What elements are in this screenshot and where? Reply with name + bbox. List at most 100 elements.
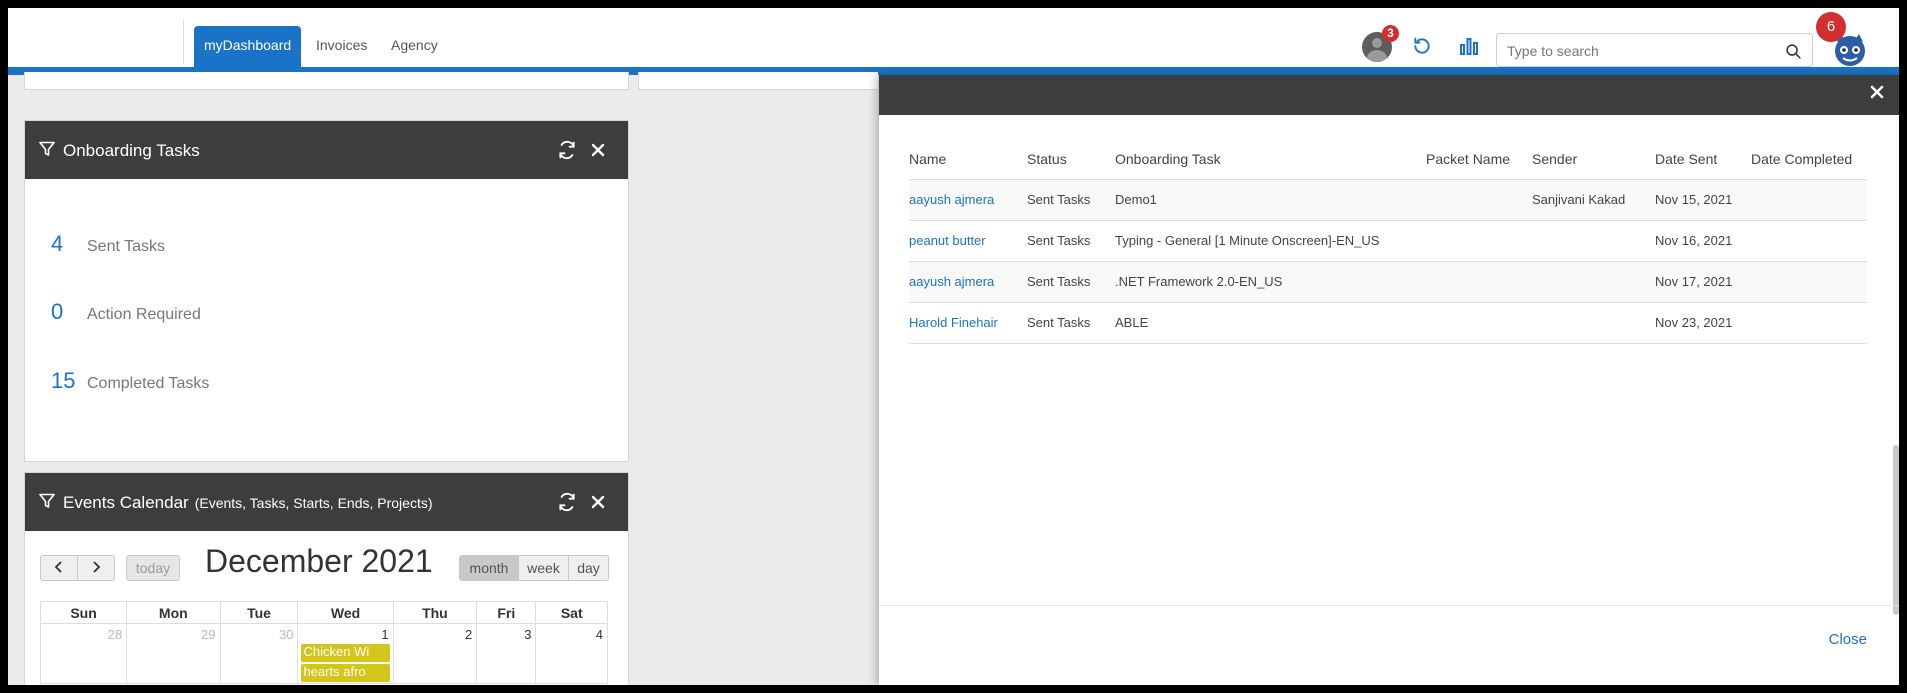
column-header[interactable]: Date Completed xyxy=(1751,139,1867,180)
weekday-header: Thu xyxy=(392,601,478,624)
widget-remnant-left xyxy=(24,72,629,90)
weekday-header: Tue xyxy=(219,601,299,624)
tab-agency[interactable]: Agency xyxy=(381,26,448,67)
row-date-completed xyxy=(1751,302,1867,344)
close-icon[interactable] xyxy=(1870,82,1884,105)
row-task: .NET Framework 2.0-EN_US xyxy=(1115,261,1426,303)
column-header[interactable]: Sender xyxy=(1532,139,1655,180)
calendar-day[interactable]: 30 xyxy=(219,623,299,684)
next-month-button[interactable] xyxy=(77,555,115,581)
row-status: Sent Tasks xyxy=(1027,302,1115,344)
calendar-day[interactable]: 28 xyxy=(39,623,128,684)
row-date-sent: Nov 16, 2021 xyxy=(1655,220,1751,262)
day-number: 4 xyxy=(595,627,603,642)
day-number: 29 xyxy=(201,627,216,642)
row-sender xyxy=(1532,302,1655,344)
filter-icon[interactable] xyxy=(39,493,55,514)
day-number: 28 xyxy=(107,627,123,642)
row-name-link[interactable]: aayush ajmera xyxy=(909,261,1027,303)
sent-tasks-panel: Name Status Onboarding Task Packet Name … xyxy=(879,75,1899,685)
table-header-row: Name Status Onboarding Task Packet Name … xyxy=(909,139,1867,180)
calendar-day[interactable]: 29 xyxy=(126,623,221,684)
calendar-day[interactable]: 3 xyxy=(476,623,537,684)
calendar-event[interactable]: Chicken Wi xyxy=(301,644,390,662)
table-row: aayush ajmera Sent Tasks .NET Framework … xyxy=(909,261,1867,303)
column-header[interactable]: Status xyxy=(1027,139,1115,180)
stat-label: Sent Tasks xyxy=(87,238,165,255)
view-month-button[interactable]: month xyxy=(459,555,519,581)
search-input[interactable] xyxy=(1507,40,1777,62)
prev-month-button[interactable] xyxy=(40,555,78,581)
weekday-header: Fri xyxy=(476,601,537,624)
onboarding-widget: Onboarding Tasks 4 Sent Tasks 0 Action Req… xyxy=(24,120,629,462)
close-button[interactable]: Close xyxy=(1829,631,1867,648)
row-packet xyxy=(1426,302,1532,344)
weekday-header: Sun xyxy=(39,601,128,624)
row-sender xyxy=(1532,261,1655,303)
bar-chart-icon[interactable] xyxy=(1459,37,1479,60)
refresh-icon[interactable] xyxy=(557,492,577,517)
row-sender xyxy=(1532,220,1655,262)
weekday-header: Wed xyxy=(297,601,394,624)
row-name-link[interactable]: aayush ajmera xyxy=(909,179,1027,221)
calendar-subtitle: (Events, Tasks, Starts, Ends, Projects) xyxy=(194,495,433,511)
tasks-table: Name Status Onboarding Task Packet Name … xyxy=(909,139,1867,344)
stat-completed-tasks[interactable]: 15 Completed Tasks xyxy=(51,368,209,394)
today-button[interactable]: today xyxy=(126,555,180,581)
column-header[interactable]: Onboarding Task xyxy=(1115,139,1426,180)
weekday-header: Mon xyxy=(126,601,221,624)
calendar-day[interactable]: 4 xyxy=(535,623,608,684)
view-week-button[interactable]: week xyxy=(518,555,569,581)
panel-footer-divider xyxy=(879,605,1899,606)
row-name-link[interactable]: Harold Finehair xyxy=(909,302,1027,344)
row-date-sent: Nov 15, 2021 xyxy=(1655,179,1751,221)
calendar-event[interactable]: hearts afro xyxy=(301,664,390,682)
chevron-right-icon xyxy=(93,561,101,573)
column-header[interactable]: Name xyxy=(909,139,1027,180)
weekday-header: Sat xyxy=(535,601,608,624)
refresh-icon[interactable] xyxy=(1412,36,1432,61)
table-row: aayush ajmera Sent Tasks Demo1 Sanjivani… xyxy=(909,179,1867,221)
search-icon[interactable] xyxy=(1785,43,1802,65)
column-header[interactable]: Date Sent xyxy=(1655,139,1751,180)
column-header[interactable]: Packet Name xyxy=(1426,139,1532,180)
row-task: Demo1 xyxy=(1115,179,1426,221)
stat-sent-tasks[interactable]: 4 Sent Tasks xyxy=(51,231,165,257)
onboarding-header: Onboarding Tasks xyxy=(25,121,628,179)
tab-mydashboard[interactable]: myDashboard xyxy=(194,26,302,67)
onboarding-title: Onboarding Tasks xyxy=(63,141,200,160)
stat-action-required[interactable]: 0 Action Required xyxy=(51,299,201,325)
logo-separator xyxy=(183,20,184,64)
close-icon[interactable] xyxy=(591,489,605,515)
row-date-sent: Nov 23, 2021 xyxy=(1655,302,1751,344)
row-name-link[interactable]: peanut butter xyxy=(909,220,1027,262)
top-bar: myDashboard Invoices Agency 3 Type to se… xyxy=(8,8,1899,75)
table-row: peanut butter Sent Tasks Typing - Genera… xyxy=(909,220,1867,262)
stat-value: 15 xyxy=(51,368,76,393)
row-sender: Sanjivani Kakad xyxy=(1532,179,1655,221)
panel-header xyxy=(879,75,1899,115)
stat-value: 0 xyxy=(51,299,64,324)
widget-remnant-middle xyxy=(638,72,878,90)
calendar-day[interactable]: 2 xyxy=(392,623,478,684)
calendar-title-text: Events Calendar xyxy=(63,493,189,512)
row-status: Sent Tasks xyxy=(1027,261,1115,303)
day-number: 2 xyxy=(464,627,473,642)
app-frame: myDashboard Invoices Agency 3 Type to se… xyxy=(8,8,1899,685)
refresh-icon[interactable] xyxy=(557,140,577,165)
row-task: Typing - General [1 Minute Onscreen]-EN_… xyxy=(1115,220,1426,262)
filter-icon[interactable] xyxy=(39,141,55,162)
close-icon[interactable] xyxy=(591,137,605,163)
calendar-day[interactable]: 1 Chicken Wi hearts afro xyxy=(297,623,394,684)
row-status: Sent Tasks xyxy=(1027,220,1115,262)
panel-scrollbar[interactable] xyxy=(1893,445,1899,615)
day-number: 30 xyxy=(279,627,294,642)
row-date-completed xyxy=(1751,220,1867,262)
chevron-left-icon xyxy=(54,561,62,573)
row-status: Sent Tasks xyxy=(1027,179,1115,221)
view-day-button[interactable]: day xyxy=(568,555,609,581)
tab-invoices[interactable]: Invoices xyxy=(306,26,377,67)
calendar-title: Events Calendar (Events, Tasks, Starts, E… xyxy=(63,493,433,513)
search-box[interactable] xyxy=(1496,33,1813,67)
row-date-completed xyxy=(1751,261,1867,303)
